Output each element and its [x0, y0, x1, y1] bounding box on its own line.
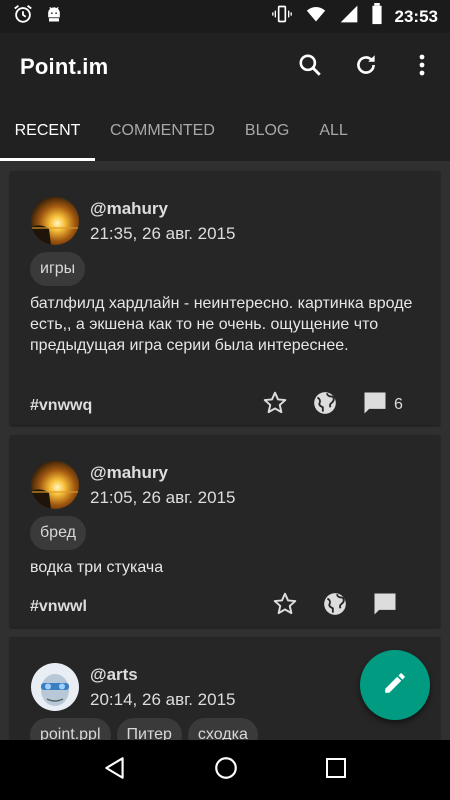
android-debug-icon	[44, 3, 64, 30]
tab-blog[interactable]: BLOG	[230, 101, 304, 161]
open-in-browser-button[interactable]	[300, 390, 350, 420]
tag-chip[interactable]: бред	[30, 516, 86, 550]
tag-chip[interactable]: point.ppl	[30, 718, 111, 740]
post-id[interactable]: #vnwwq	[30, 397, 92, 415]
post-author[interactable]: @mahury	[90, 463, 168, 483]
post-actions	[260, 591, 410, 621]
post-text: батлфилд хардлайн - неинтересно. картинк…	[30, 295, 413, 354]
app-bar: Point.im	[0, 33, 450, 101]
refresh-icon	[353, 52, 379, 83]
signal-icon	[339, 4, 359, 29]
alarm-icon	[12, 3, 34, 30]
edit-pencil-icon	[382, 670, 408, 701]
new-post-button[interactable]	[360, 650, 430, 720]
post-actions: 6	[250, 390, 403, 420]
comments-button[interactable]	[350, 390, 400, 420]
star-outline-icon	[272, 591, 298, 622]
post-date: 21:05, 26 авг. 2015	[90, 488, 236, 507]
tab-commented[interactable]: COMMENTED	[95, 101, 230, 161]
post-card[interactable]: @mahury 21:35, 26 авг. 2015 игры батлфил…	[10, 171, 440, 425]
tab-bar: RECENT COMMENTED BLOG ALL	[0, 101, 450, 161]
recommend-button[interactable]	[250, 390, 300, 420]
post-tags: игры	[30, 252, 86, 286]
comment-count: 6	[394, 396, 403, 413]
tab-recent[interactable]: RECENT	[0, 101, 95, 161]
post-date: 21:35, 26 авг. 2015	[90, 224, 236, 243]
post-date: 20:14, 26 авг. 2015	[90, 690, 236, 709]
recents-icon[interactable]	[324, 756, 348, 785]
post-tags: бред	[30, 516, 86, 550]
search-button[interactable]	[282, 39, 338, 95]
battery-icon	[371, 3, 383, 30]
avatar[interactable]	[31, 461, 79, 509]
recommend-button[interactable]	[260, 591, 310, 621]
tag-chip[interactable]: сходка	[187, 718, 258, 740]
status-bar: 23:53	[0, 0, 450, 33]
refresh-button[interactable]	[338, 39, 394, 95]
home-icon[interactable]	[213, 755, 239, 786]
globe-icon	[322, 591, 348, 622]
post-author[interactable]: @arts	[90, 665, 138, 685]
tag-chip[interactable]: Питер	[116, 718, 182, 740]
post-text: водка три стукача	[30, 559, 164, 576]
comments-button[interactable]	[360, 591, 410, 621]
post-tags: point.ppl Питер сходка	[30, 718, 258, 740]
comment-icon	[371, 590, 399, 623]
open-in-browser-button[interactable]	[310, 591, 360, 621]
globe-icon	[312, 390, 338, 421]
wifi-icon	[305, 4, 327, 29]
tab-all[interactable]: ALL	[304, 101, 362, 161]
search-icon	[297, 52, 323, 83]
post-card[interactable]: @mahury 21:05, 26 авг. 2015 бред водка т…	[10, 435, 440, 627]
overflow-menu-button[interactable]	[394, 39, 450, 95]
post-author[interactable]: @mahury	[90, 199, 168, 219]
app-title: Point.im	[20, 54, 109, 79]
system-nav-bar	[0, 740, 450, 800]
post-id[interactable]: #vnwwl	[30, 598, 87, 616]
more-vert-icon	[418, 53, 426, 82]
back-icon[interactable]	[102, 755, 128, 786]
avatar[interactable]	[31, 197, 79, 245]
vibrate-icon	[271, 4, 293, 29]
star-outline-icon	[262, 390, 288, 421]
clock-time: 23:53	[394, 6, 438, 26]
avatar[interactable]	[31, 663, 79, 711]
tag-chip[interactable]: игры	[30, 252, 86, 286]
comment-icon	[361, 389, 389, 422]
